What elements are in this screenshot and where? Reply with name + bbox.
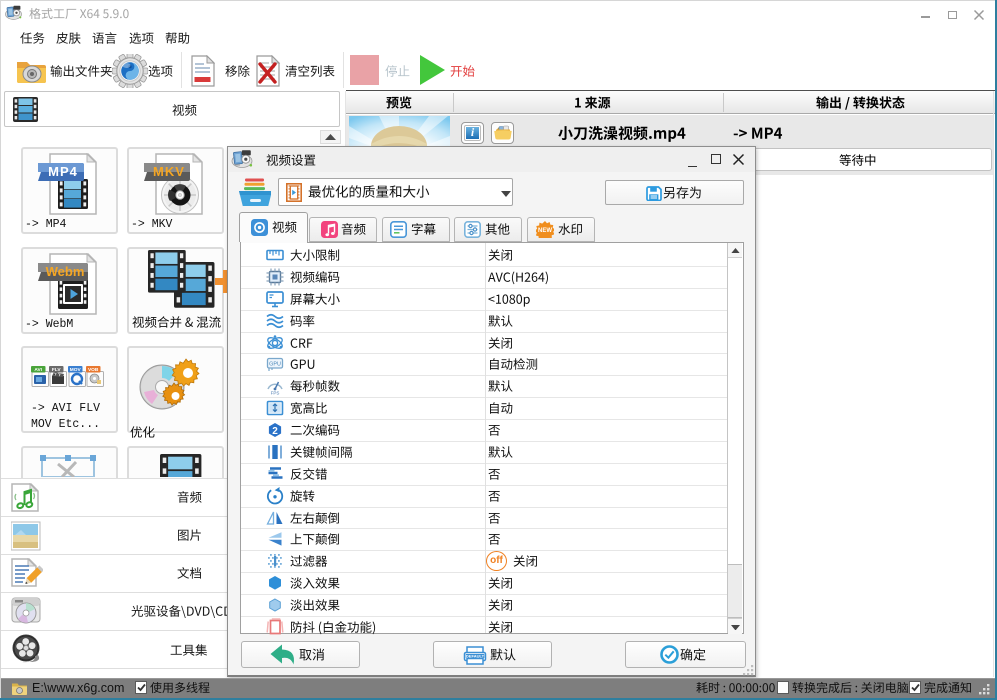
svg-text:GPU: GPU <box>269 362 281 368</box>
svg-text:MOV: MOV <box>70 367 82 373</box>
svg-text:DEFAULT: DEFAULT <box>466 653 485 658</box>
svg-text:FPS: FPS <box>271 391 280 396</box>
svg-text:2: 2 <box>272 426 278 437</box>
svg-text:AVI: AVI <box>34 367 42 373</box>
svg-text:VOB: VOB <box>88 367 99 373</box>
svg-text:FLV: FLV <box>52 367 62 373</box>
svg-text:NEW: NEW <box>538 228 552 234</box>
